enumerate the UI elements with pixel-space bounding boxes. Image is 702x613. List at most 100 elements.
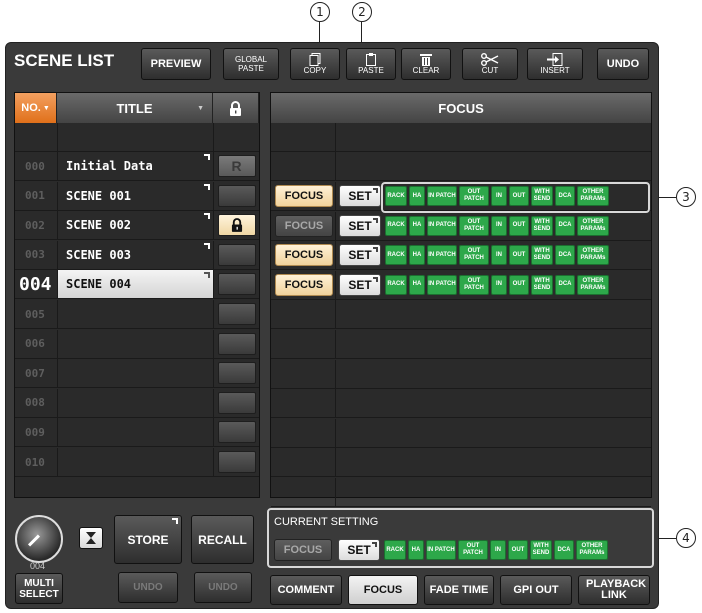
set-button[interactable]: SET: [338, 539, 380, 561]
focus-tag-out[interactable]: OUT: [509, 215, 529, 236]
focus-tag-in[interactable]: IN: [491, 245, 507, 266]
focus-tag-in[interactable]: IN: [490, 540, 506, 560]
scene-title[interactable]: SCENE 002: [57, 211, 213, 241]
tab-comment[interactable]: COMMENT: [270, 575, 342, 605]
focus-tag-other-params[interactable]: OTHER PARAMs: [577, 274, 609, 295]
insert-button[interactable]: INSERT: [527, 48, 583, 80]
protect-button[interactable]: [217, 214, 256, 237]
paste-button[interactable]: PASTE: [346, 48, 396, 80]
focus-button[interactable]: FOCUS: [275, 273, 333, 296]
focus-tag-ha[interactable]: HA: [408, 540, 424, 560]
undo-button[interactable]: UNDO: [597, 48, 649, 80]
scene-title[interactable]: Initial Data: [57, 152, 213, 181]
focus-tag-ha[interactable]: HA: [409, 215, 425, 236]
focus-tag-rack[interactable]: RACK: [384, 540, 406, 560]
focus-tag-with-send[interactable]: WITH SEND: [531, 215, 553, 236]
focus-tag-out[interactable]: OUT: [509, 274, 529, 295]
scene-title[interactable]: [57, 418, 213, 448]
col-protect-header[interactable]: [213, 93, 259, 123]
focus-button[interactable]: FOCUS: [274, 539, 332, 561]
multi-select-button[interactable]: MULTI SELECT: [15, 573, 63, 604]
scene-row[interactable]: 006: [15, 329, 259, 359]
focus-button[interactable]: FOCUS: [275, 244, 333, 267]
focus-tag-out-patch[interactable]: OUT PATCH: [459, 274, 489, 295]
tab-fade-time[interactable]: FADE TIME: [424, 575, 494, 605]
focus-button[interactable]: FOCUS: [275, 214, 333, 237]
focus-tag-in[interactable]: IN: [491, 274, 507, 295]
scene-row[interactable]: 008: [15, 388, 259, 418]
protect-button[interactable]: [217, 391, 256, 414]
scene-title[interactable]: [57, 329, 213, 359]
focus-tag-other-params[interactable]: OTHER PARAMs: [576, 540, 608, 560]
focus-tag-other-params[interactable]: OTHER PARAMs: [577, 245, 609, 266]
scene-title[interactable]: [57, 300, 213, 329]
recall-button[interactable]: RECALL: [191, 515, 254, 564]
focus-tag-out-patch[interactable]: OUT PATCH: [459, 215, 489, 236]
col-title-header[interactable]: TITLE ▼: [57, 93, 213, 123]
focus-button[interactable]: FOCUS: [275, 185, 333, 207]
scene-title[interactable]: [57, 388, 213, 418]
protect-button[interactable]: [217, 451, 256, 473]
focus-tag-dca[interactable]: DCA: [555, 245, 575, 266]
focus-tag-with-send[interactable]: WITH SEND: [531, 274, 553, 295]
cut-button[interactable]: CUT: [462, 48, 518, 80]
focus-tag-in-patch[interactable]: IN PATCH: [427, 215, 457, 236]
focus-tag-rack[interactable]: RACK: [385, 245, 407, 266]
focus-tag-with-send[interactable]: WITH SEND: [530, 540, 552, 560]
focus-tag-out[interactable]: OUT: [509, 245, 529, 266]
set-button[interactable]: SET: [339, 214, 381, 237]
protect-button[interactable]: [217, 362, 256, 385]
scene-row[interactable]: 002 SCENE 002: [15, 211, 259, 241]
protect-button[interactable]: [217, 303, 256, 325]
scene-row[interactable]: 004 SCENE 004: [15, 270, 259, 300]
copy-button[interactable]: COPY: [290, 48, 340, 80]
focus-tag-in-patch[interactable]: IN PATCH: [427, 274, 457, 295]
scene-title[interactable]: SCENE 004: [57, 270, 213, 300]
protect-button[interactable]: [217, 421, 256, 444]
focus-tag-in-patch[interactable]: IN PATCH: [427, 245, 457, 266]
global-paste-button[interactable]: GLOBAL PASTE: [223, 48, 279, 80]
focus-tag-in[interactable]: IN: [491, 215, 507, 236]
scene-title[interactable]: SCENE 001: [57, 181, 213, 211]
scene-row[interactable]: 001 SCENE 001: [15, 181, 259, 211]
scene-row[interactable]: 000 Initial Data R: [15, 152, 259, 181]
focus-tag-rack[interactable]: RACK: [385, 215, 407, 236]
set-button[interactable]: SET: [339, 273, 381, 296]
tab-playback-link[interactable]: PLAYBACK LINK: [578, 575, 650, 605]
focus-tag-other-params[interactable]: OTHER PARAMs: [577, 215, 609, 236]
focus-tag-in-patch[interactable]: IN PATCH: [426, 540, 456, 560]
protect-button[interactable]: [217, 273, 256, 296]
focus-tag-rack[interactable]: RACK: [385, 274, 407, 295]
store-undo-button[interactable]: UNDO: [118, 572, 178, 603]
tab-focus[interactable]: FOCUS: [348, 575, 418, 605]
protect-button[interactable]: [217, 184, 256, 207]
scene-row[interactable]: 007: [15, 359, 259, 389]
store-button[interactable]: STORE: [114, 515, 182, 564]
protect-button[interactable]: [217, 243, 256, 266]
focus-tag-out-patch[interactable]: OUT PATCH: [458, 540, 488, 560]
set-button[interactable]: SET: [339, 185, 381, 207]
scene-row[interactable]: 010: [15, 448, 259, 477]
clear-button[interactable]: CLEAR: [401, 48, 451, 80]
focus-tag-out[interactable]: OUT: [508, 540, 528, 560]
col-no-header[interactable]: NO. ▼: [15, 93, 57, 123]
focus-tag-ha[interactable]: HA: [409, 274, 425, 295]
tab-gpi-out[interactable]: GPI OUT: [500, 575, 572, 605]
focus-tag-out-patch[interactable]: OUT PATCH: [459, 245, 489, 266]
focus-tag-ha[interactable]: HA: [409, 245, 425, 266]
focus-tag-dca[interactable]: DCA: [554, 540, 574, 560]
protect-button[interactable]: R: [217, 155, 256, 177]
scene-row[interactable]: 009: [15, 418, 259, 448]
focus-tag-with-send[interactable]: WITH SEND: [531, 245, 553, 266]
preview-button[interactable]: PREVIEW: [141, 48, 211, 80]
protect-button[interactable]: [217, 332, 256, 355]
focus-tag-dca[interactable]: DCA: [555, 274, 575, 295]
scene-row[interactable]: 003 SCENE 003: [15, 240, 259, 270]
set-button[interactable]: SET: [339, 244, 381, 267]
scene-row[interactable]: 005: [15, 300, 259, 329]
knob[interactable]: [15, 515, 63, 563]
scene-title[interactable]: [57, 359, 213, 389]
focus-tag-dca[interactable]: DCA: [555, 215, 575, 236]
scene-title[interactable]: [57, 448, 213, 477]
recall-undo-button[interactable]: UNDO: [194, 572, 252, 603]
